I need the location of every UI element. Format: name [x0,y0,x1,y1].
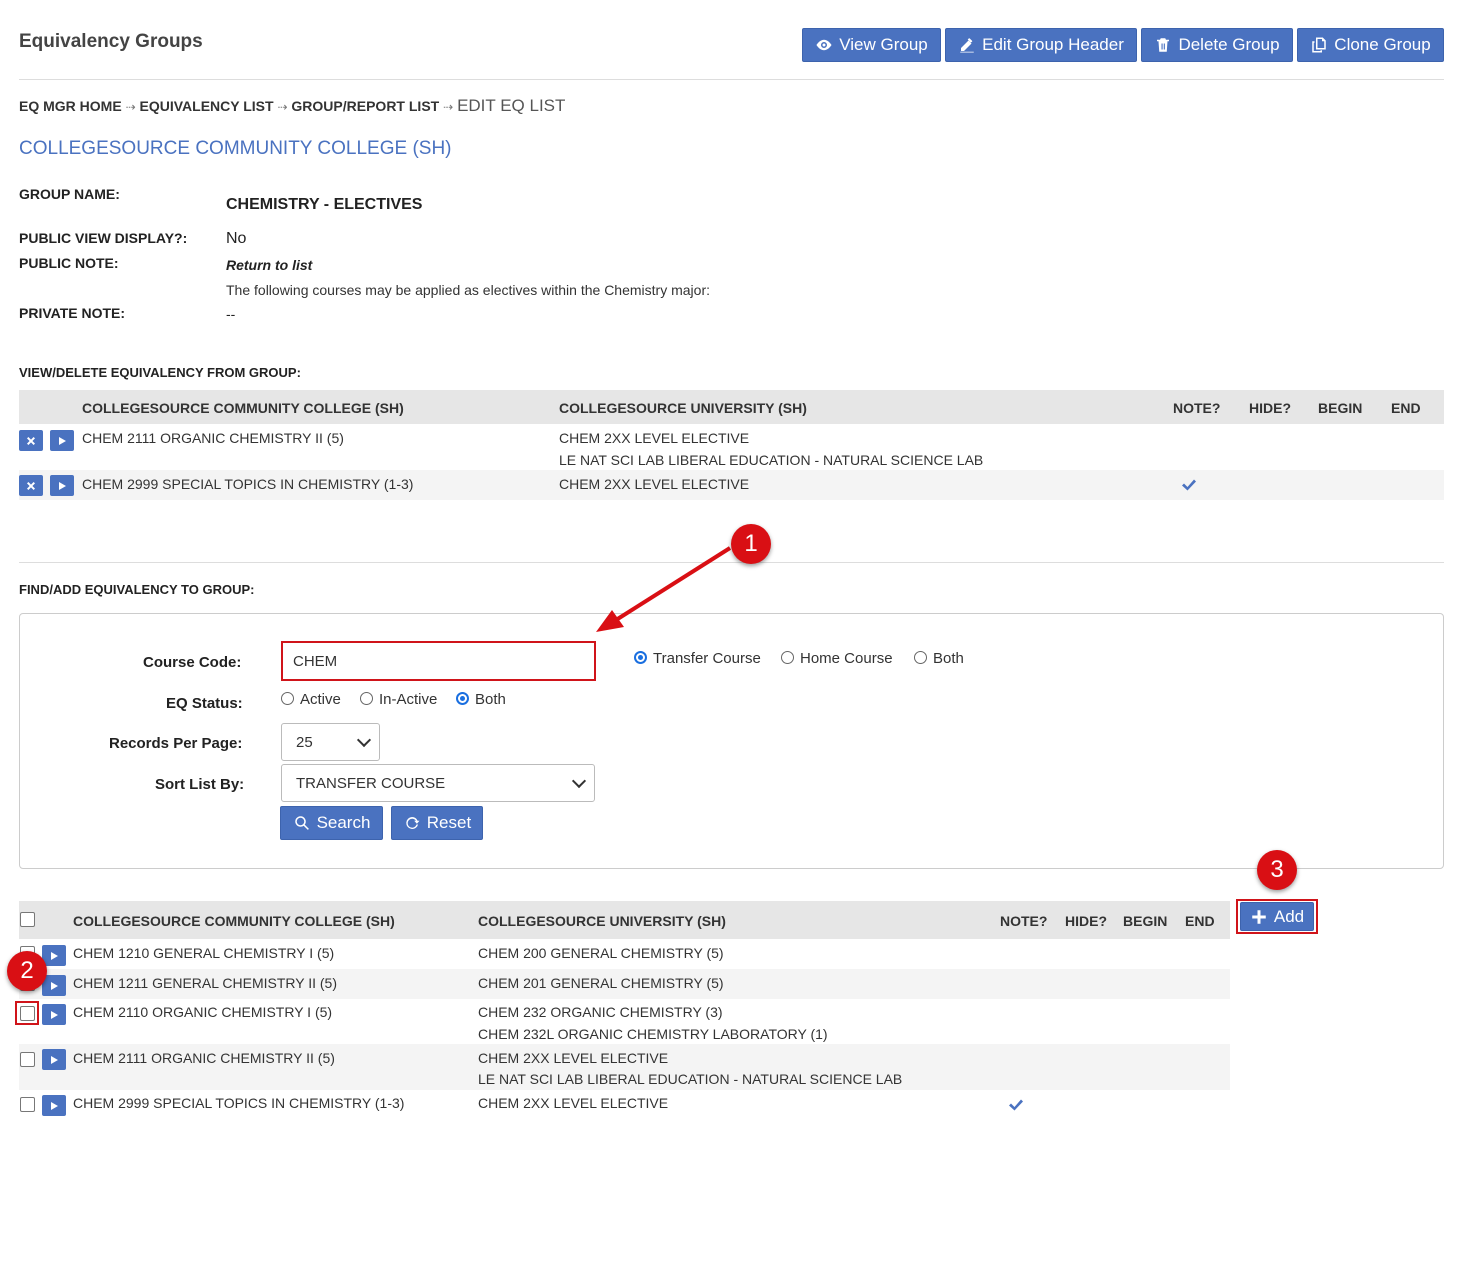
callout-badge-1: 1 [731,524,771,564]
callout-badge-2: 2 [7,951,47,991]
callout-badge-3: 3 [1257,850,1297,890]
callout-arrow [596,546,732,632]
